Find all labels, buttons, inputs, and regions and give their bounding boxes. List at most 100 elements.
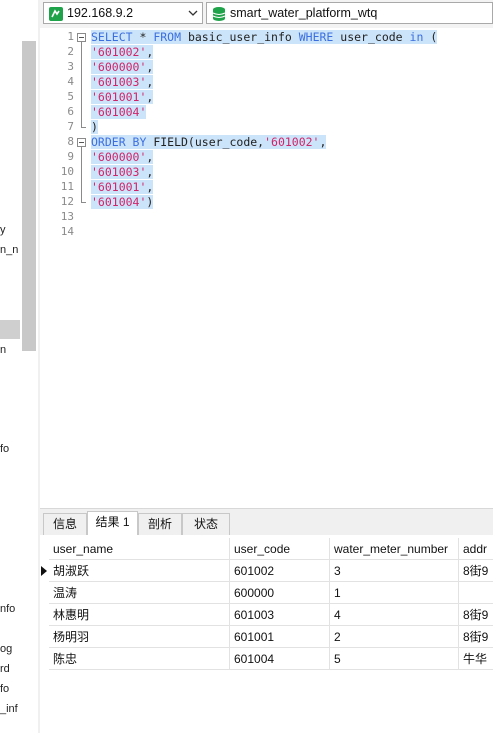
- table-cell[interactable]: 5: [330, 648, 459, 670]
- database-icon: [212, 7, 226, 21]
- sql-keyword: FROM: [153, 30, 182, 44]
- sql-text: ,: [319, 135, 327, 149]
- result-grid[interactable]: user_name user_code water_meter_number addr…: [40, 535, 493, 733]
- table-cell[interactable]: 8街9: [459, 560, 493, 582]
- table-cell[interactable]: 杨明羽: [49, 626, 230, 648]
- line-number: 5: [67, 90, 74, 103]
- connection-label: 192.168.9.2: [67, 6, 134, 20]
- sql-editor[interactable]: 1 2 3 4 5 6 7 8 9 10 11 12 13 14 SELECT …: [40, 28, 493, 508]
- connection-select[interactable]: 192.168.9.2: [43, 2, 203, 24]
- object-tree-item[interactable]: nfo: [0, 603, 15, 615]
- mysql-connection-icon: [49, 7, 63, 21]
- code-line: ): [91, 120, 98, 135]
- fold-end-marker: [81, 127, 86, 128]
- code-line: '601004': [91, 105, 147, 120]
- current-row-arrow-icon: [41, 566, 47, 576]
- sql-string: '601004': [91, 105, 147, 119]
- line-number: 11: [60, 180, 74, 193]
- database-select[interactable]: smart_water_platform_wtq: [206, 2, 493, 24]
- sql-text: ): [146, 195, 154, 209]
- object-tree-item[interactable]: og: [0, 643, 12, 655]
- line-number: 13: [60, 210, 74, 223]
- table-cell[interactable]: 牛华: [459, 648, 493, 670]
- result-tabs: 信息 结果 1 剖析 状态: [40, 508, 493, 536]
- table-cell[interactable]: 林惠明: [49, 604, 230, 626]
- object-tree-selected-row[interactable]: [0, 320, 20, 339]
- sql-text: ,: [146, 75, 154, 89]
- query-toolbar: 192.168.9.2 smart_water_platform_wtq: [40, 0, 493, 28]
- object-tree-panel[interactable]: y n_n n fo nfo og rd fo _inf: [0, 0, 38, 733]
- sql-string: '601003': [91, 165, 147, 179]
- sql-text: (: [423, 30, 438, 44]
- line-number: 10: [60, 165, 74, 178]
- sql-text: ,: [146, 150, 154, 164]
- table-cell[interactable]: 8街9: [459, 626, 493, 648]
- fold-guide: [81, 42, 82, 127]
- table-cell[interactable]: 8街9: [459, 604, 493, 626]
- object-tree-item[interactable]: fo: [0, 683, 9, 695]
- database-label: smart_water_platform_wtq: [230, 6, 378, 20]
- sql-text: user_code: [333, 30, 410, 44]
- object-tree-item[interactable]: n: [0, 344, 6, 356]
- line-number: 1: [67, 30, 74, 43]
- column-header[interactable]: addr: [459, 538, 493, 560]
- sql-string: '601002': [91, 45, 147, 59]
- object-tree-item[interactable]: n_n: [0, 244, 18, 256]
- object-tree-scrollbar[interactable]: [22, 41, 36, 351]
- object-tree-item[interactable]: fo: [0, 443, 9, 455]
- line-number: 8: [67, 135, 74, 148]
- table-cell[interactable]: 陈忠: [49, 648, 230, 670]
- tab-info[interactable]: 信息: [43, 513, 87, 535]
- table-cell[interactable]: 601002: [230, 560, 330, 582]
- table-cell[interactable]: 601003: [230, 604, 330, 626]
- code-line: '600000',: [91, 60, 154, 75]
- code-line: '601001',: [91, 90, 154, 105]
- fold-toggle-icon[interactable]: [77, 138, 86, 147]
- line-number: 3: [67, 60, 74, 73]
- column-header[interactable]: user_name: [49, 538, 230, 560]
- table-cell[interactable]: 601001: [230, 626, 330, 648]
- table-cell[interactable]: [459, 582, 493, 604]
- sql-text: FIELD(user_code,: [146, 135, 265, 149]
- sql-string: '601003': [91, 75, 147, 89]
- sql-text: basic_user_info: [181, 30, 299, 44]
- table-cell[interactable]: 4: [330, 604, 459, 626]
- line-number: 6: [67, 105, 74, 118]
- line-number: 12: [60, 195, 74, 208]
- sql-text: ,: [146, 45, 154, 59]
- object-tree-item[interactable]: y: [0, 224, 6, 236]
- code-line: SELECT * FROM basic_user_info WHERE user…: [91, 30, 438, 45]
- fold-toggle-icon[interactable]: [77, 33, 86, 42]
- object-tree-item[interactable]: _inf: [0, 703, 18, 715]
- table-cell[interactable]: 1: [330, 582, 459, 604]
- code-line: ORDER BY FIELD(user_code,'601002',: [91, 135, 327, 150]
- line-number: 2: [67, 45, 74, 58]
- table-cell[interactable]: 600000: [230, 582, 330, 604]
- tab-status[interactable]: 状态: [182, 513, 230, 535]
- code-line: '601003',: [91, 165, 154, 180]
- code-line: '601004'): [91, 195, 154, 210]
- sql-text: ,: [146, 60, 154, 74]
- sql-text: ,: [146, 180, 154, 194]
- table-cell[interactable]: 胡淑跃: [49, 560, 230, 582]
- table-cell[interactable]: 601004: [230, 648, 330, 670]
- table-cell[interactable]: 温涛: [49, 582, 230, 604]
- sql-keyword: WHERE: [298, 30, 334, 44]
- sql-text: ,: [146, 90, 154, 104]
- table-cell[interactable]: 3: [330, 560, 459, 582]
- sql-string: '601001': [91, 180, 147, 194]
- column-header[interactable]: water_meter_number: [330, 538, 459, 560]
- sql-string: '600000': [91, 60, 147, 74]
- object-tree-item[interactable]: rd: [0, 663, 10, 675]
- table-cell[interactable]: 2: [330, 626, 459, 648]
- sql-keyword: in: [409, 30, 424, 44]
- line-number: 14: [60, 225, 74, 238]
- chevron-down-icon[interactable]: [188, 8, 198, 18]
- code-line: '601002',: [91, 45, 154, 60]
- tab-result-1[interactable]: 结果 1: [87, 511, 138, 536]
- code-line: '600000',: [91, 150, 154, 165]
- sql-keyword: ORDER BY: [91, 135, 147, 149]
- tab-profile[interactable]: 剖析: [138, 513, 182, 535]
- column-header[interactable]: user_code: [230, 538, 330, 560]
- line-number: 4: [67, 75, 74, 88]
